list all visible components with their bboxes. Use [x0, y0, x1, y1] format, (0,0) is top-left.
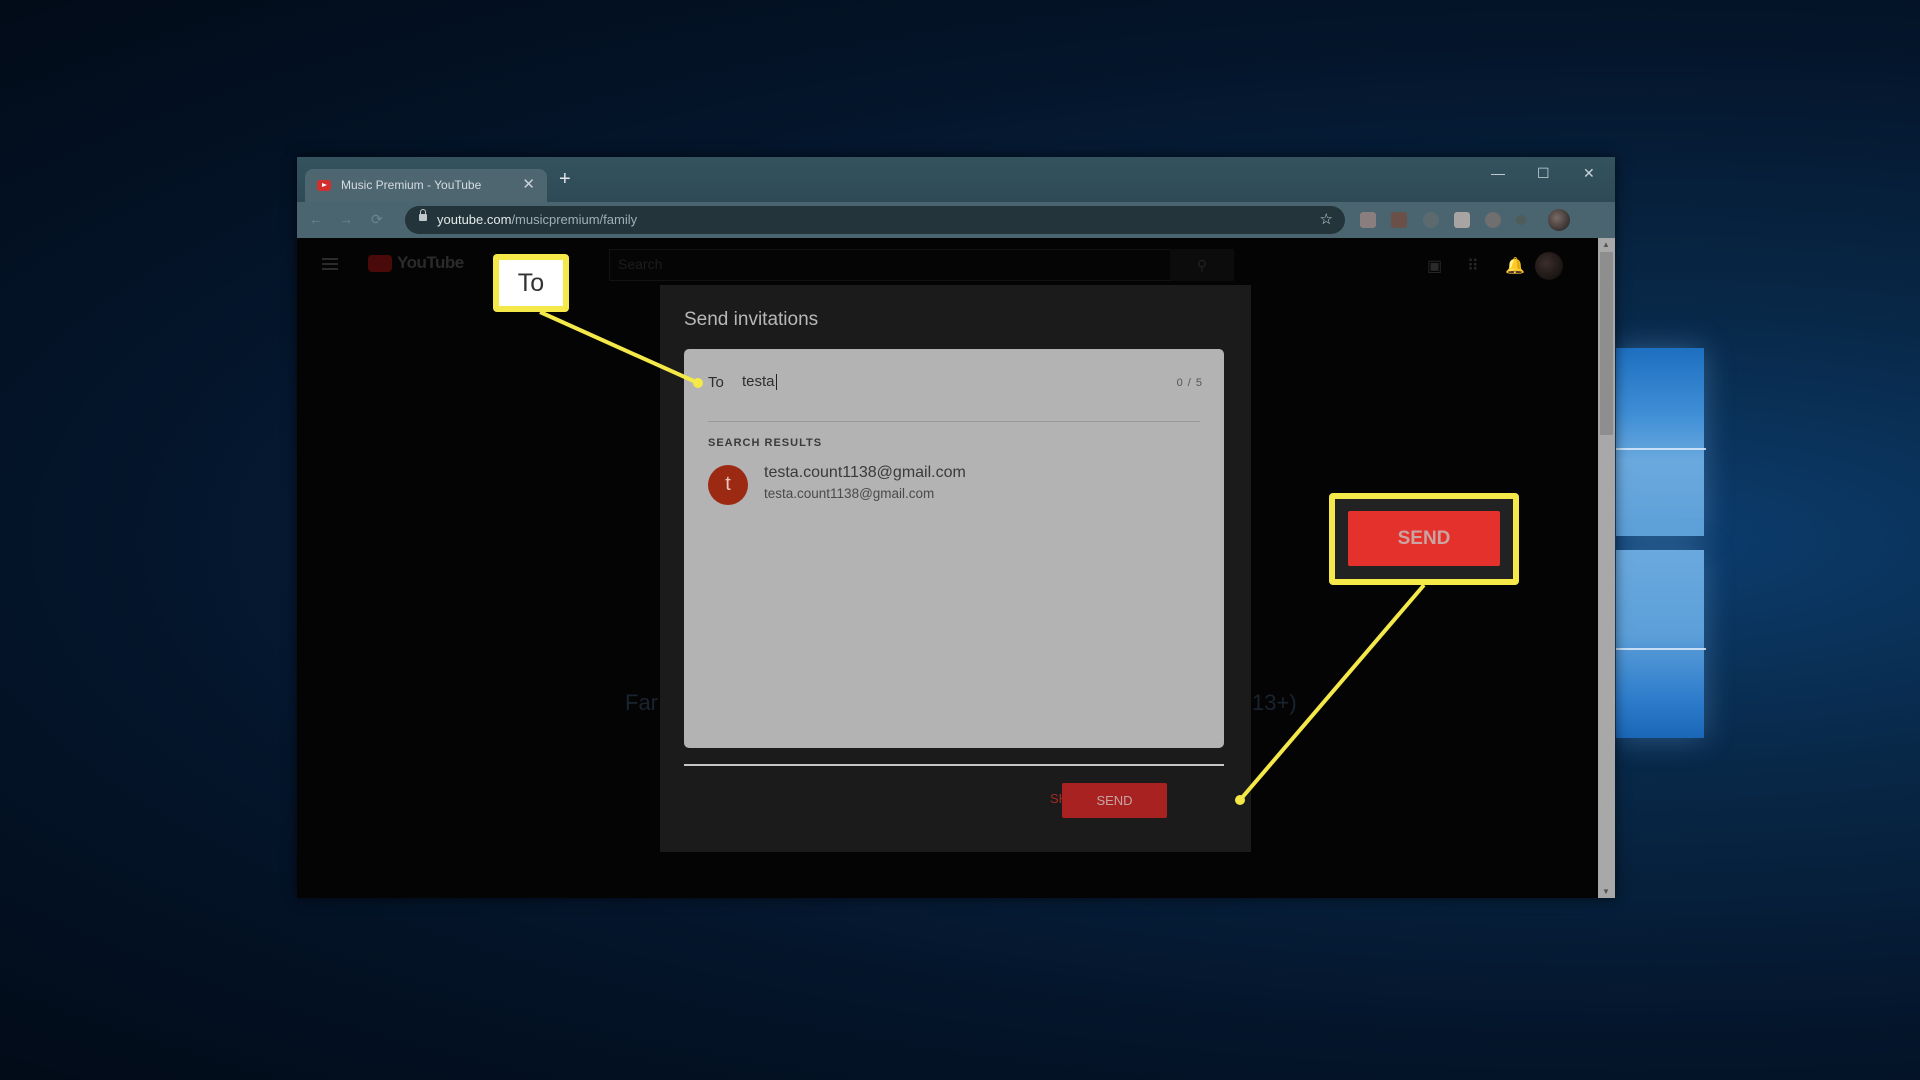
youtube-favicon-icon: [317, 180, 331, 191]
windows-logo-pane-top: [1616, 348, 1704, 536]
callout-label: To: [517, 269, 545, 297]
address-bar[interactable]: youtube.com/musicpremium/family ☆: [405, 206, 1345, 234]
to-label: To: [708, 374, 724, 391]
url-text: youtube.com/musicpremium/family: [437, 212, 637, 227]
bookmark-star-icon[interactable]: ☆: [1320, 210, 1333, 228]
scrollbar-thumb[interactable]: [1600, 252, 1613, 435]
hamburger-menu-icon[interactable]: [322, 258, 338, 260]
page-scrollbar[interactable]: ▲ ▼: [1598, 238, 1615, 898]
url-path: /musicpremium/family: [511, 212, 638, 227]
light-streak: [1616, 648, 1706, 650]
background-page-text: 13+): [1252, 690, 1297, 715]
minimize-button[interactable]: —: [1491, 165, 1505, 181]
profile-avatar[interactable]: [1548, 209, 1570, 231]
extension-ud-icon[interactable]: [1423, 212, 1439, 228]
send-button[interactable]: SEND: [1062, 783, 1167, 818]
youtube-logo-text[interactable]: YouTube: [397, 253, 464, 273]
search-placeholder: Search: [618, 256, 663, 272]
to-recipient-input[interactable]: testa: [742, 374, 777, 390]
send-invitations-dialog: Send invitations To testa 0 / 5 SEARCH R…: [660, 285, 1251, 852]
background-page-text: Far: [625, 690, 658, 715]
tab-music-premium[interactable]: Music Premium - YouTube ✕: [305, 169, 547, 202]
windows-logo-pane-bottom: [1616, 550, 1704, 738]
callout-send-label: SEND: [1348, 511, 1500, 566]
browser-toolbar: ← → ⟳ youtube.com/musicpremium/family ☆: [297, 202, 1615, 238]
input-underline: [708, 421, 1200, 422]
reload-button[interactable]: ⟳: [371, 211, 383, 228]
light-streak: [1616, 448, 1706, 450]
tab-title: Music Premium - YouTube: [341, 178, 482, 192]
dialog-divider: [684, 764, 1224, 766]
send-button-callout: SEND: [1329, 493, 1519, 585]
search-result-item[interactable]: t testa.count1138@gmail.com testa.count1…: [708, 462, 1188, 506]
youtube-account-avatar[interactable]: [1535, 252, 1563, 280]
contact-email: testa.count1138@gmail.com: [764, 486, 935, 501]
search-icon[interactable]: ⚲: [1170, 249, 1234, 281]
title-bar: Music Premium - YouTube ✕ + — ☐ ✕: [297, 157, 1615, 202]
recipient-panel: To testa 0 / 5 SEARCH RESULTS t testa.co…: [684, 349, 1224, 748]
scroll-up-arrow-icon[interactable]: ▲: [1602, 240, 1610, 249]
recipient-counter: 0 / 5: [1176, 377, 1203, 389]
extension-icon[interactable]: [1516, 215, 1526, 225]
windows-logo-wallpaper: [1616, 318, 1706, 738]
close-window-button[interactable]: ✕: [1583, 165, 1595, 182]
extension-icon[interactable]: [1485, 212, 1501, 228]
extension-icon[interactable]: [1454, 212, 1470, 228]
extension-icon[interactable]: [1360, 212, 1376, 228]
to-field-callout: To: [493, 254, 569, 312]
youtube-search-input[interactable]: Search: [609, 249, 1171, 281]
dialog-title: Send invitations: [684, 309, 819, 330]
lock-icon: [419, 209, 427, 221]
contact-name: testa.count1138@gmail.com: [764, 464, 966, 481]
url-domain: youtube.com: [437, 212, 512, 227]
tab-close-icon[interactable]: ✕: [522, 175, 535, 193]
apps-grid-icon[interactable]: ⠿: [1467, 256, 1479, 276]
notifications-bell-icon[interactable]: 🔔: [1505, 256, 1525, 276]
forward-button[interactable]: →: [339, 211, 353, 227]
create-video-icon[interactable]: ▣: [1427, 256, 1442, 276]
youtube-logo-icon[interactable]: [368, 255, 392, 272]
scroll-down-arrow-icon[interactable]: ▼: [1602, 887, 1610, 896]
extension-icon[interactable]: [1391, 212, 1407, 228]
back-button[interactable]: ←: [309, 211, 323, 227]
new-tab-button[interactable]: +: [559, 168, 571, 191]
maximize-button[interactable]: ☐: [1537, 165, 1550, 182]
search-results-heading: SEARCH RESULTS: [708, 437, 823, 449]
contact-avatar: t: [708, 465, 748, 505]
